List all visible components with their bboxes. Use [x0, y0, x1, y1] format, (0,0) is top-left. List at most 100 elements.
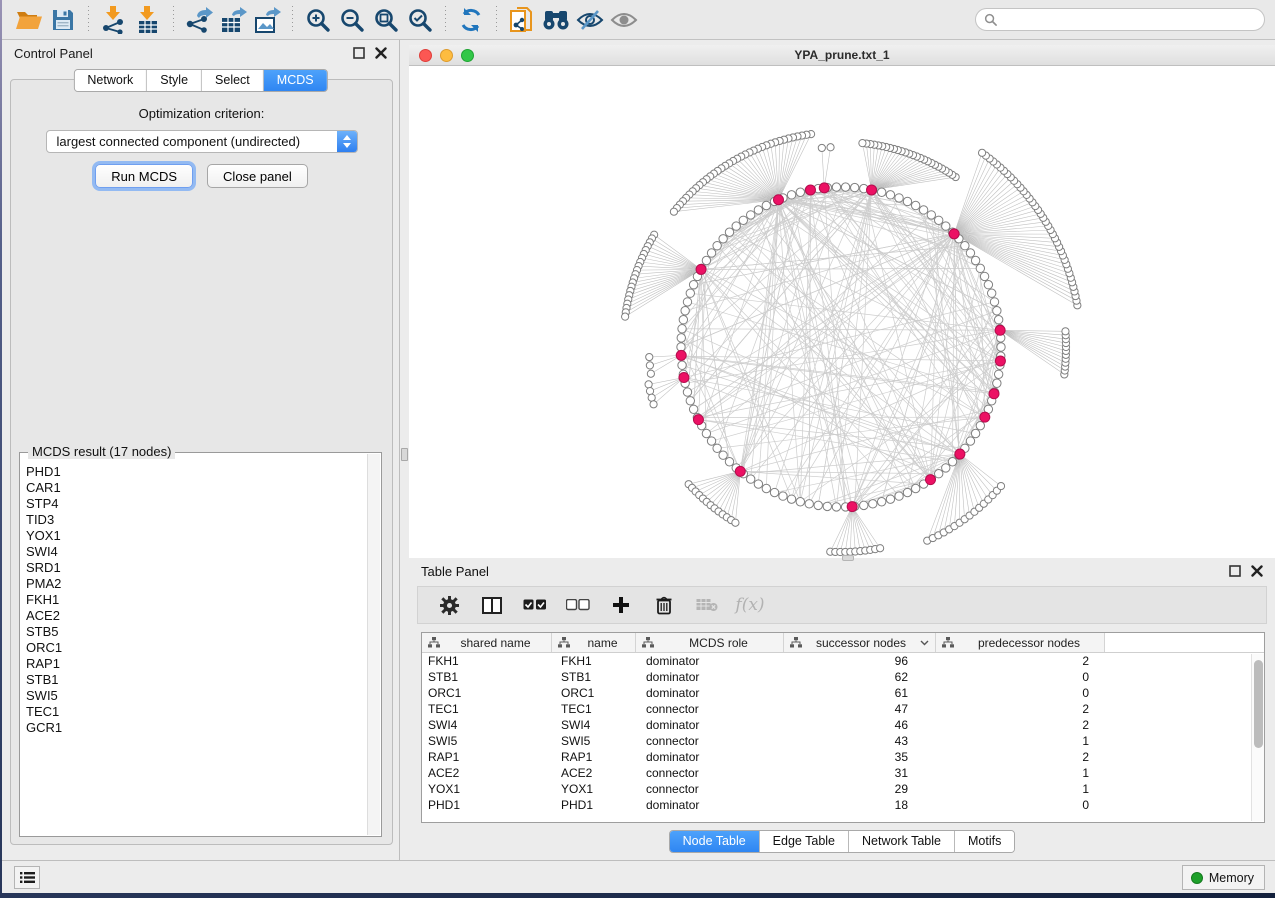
table-cell: 18	[784, 797, 936, 813]
run-mcds-button[interactable]: Run MCDS	[95, 164, 193, 188]
table-cell: TEC1	[552, 701, 636, 717]
close-panel-button[interactable]: Close panel	[207, 164, 308, 188]
table-row[interactable]: RAP1RAP1dominator352	[422, 749, 1264, 765]
mcds-result-item[interactable]: GCR1	[26, 720, 367, 736]
gear-icon	[440, 596, 459, 615]
deselect-all-rows-button[interactable]	[563, 590, 593, 620]
tab-select[interactable]: Select	[202, 70, 264, 91]
network-canvas[interactable]	[409, 66, 1275, 558]
mcds-result-item[interactable]: SWI4	[26, 544, 367, 560]
column-header-shared-name[interactable]: shared name	[422, 633, 552, 652]
create-column-button[interactable]	[606, 590, 636, 620]
column-header-MCDS-role[interactable]: MCDS role	[636, 633, 784, 652]
import-table-button[interactable]	[131, 4, 165, 36]
splitter-handle[interactable]	[401, 448, 408, 461]
open-file-button[interactable]	[12, 4, 46, 36]
close-window-icon[interactable]	[419, 49, 432, 62]
column-header-name[interactable]: name	[552, 633, 636, 652]
zoom-selected-button[interactable]	[403, 4, 437, 36]
table-row[interactable]: STB1STB1dominator620	[422, 669, 1264, 685]
export-table-button[interactable]	[216, 4, 250, 36]
show-graphics-details-button[interactable]	[607, 4, 641, 36]
tab-motifs[interactable]: Motifs	[955, 831, 1014, 852]
show-column-button[interactable]	[477, 590, 507, 620]
table-panel: Table Panel f(x) shared namenameMCDS rol…	[409, 558, 1275, 860]
float-panel-icon[interactable]	[353, 47, 365, 59]
tab-network-table[interactable]: Network Table	[849, 831, 955, 852]
hide-graphics-details-button[interactable]	[573, 4, 607, 36]
task-history-button[interactable]	[14, 866, 40, 889]
table-row[interactable]: FKH1FKH1dominator962	[422, 653, 1264, 669]
zoom-out-button[interactable]	[335, 4, 369, 36]
tab-edge-table[interactable]: Edge Table	[760, 831, 849, 852]
search-input[interactable]	[997, 13, 1256, 27]
table-row[interactable]: SWI5SWI5connector431	[422, 733, 1264, 749]
find-button[interactable]	[539, 4, 573, 36]
result-list-scrollbar[interactable]	[367, 454, 380, 835]
mcds-result-item[interactable]: ACE2	[26, 608, 367, 624]
select-all-rows-button[interactable]	[520, 590, 550, 620]
tab-network[interactable]: Network	[74, 70, 147, 91]
table-row[interactable]: ORC1ORC1dominator610	[422, 685, 1264, 701]
memory-button[interactable]: Memory	[1182, 865, 1265, 890]
minimize-window-icon[interactable]	[440, 49, 453, 62]
criterion-select[interactable]: largest connected component (undirected)	[46, 130, 358, 153]
delete-column-button[interactable]	[649, 590, 679, 620]
binoculars-icon	[541, 8, 571, 32]
export-network-button[interactable]	[182, 4, 216, 36]
apply-layout-button[interactable]	[454, 4, 488, 36]
float-table-panel-icon[interactable]	[1229, 565, 1241, 577]
mcds-result-item[interactable]: PHD1	[26, 464, 367, 480]
mcds-result-item[interactable]: STB1	[26, 672, 367, 688]
mcds-result-item[interactable]: CAR1	[26, 480, 367, 496]
panel-splitter[interactable]	[400, 40, 409, 860]
tab-node-table[interactable]: Node Table	[670, 831, 760, 852]
node-table: shared namenameMCDS rolesuccessor nodesp…	[421, 632, 1265, 823]
maximize-window-icon[interactable]	[461, 49, 474, 62]
import-network-button[interactable]	[97, 4, 131, 36]
mcds-result-item[interactable]: SWI5	[26, 688, 367, 704]
new-network-from-selection-button[interactable]	[505, 4, 539, 36]
search-field[interactable]	[975, 8, 1265, 31]
mcds-result-item[interactable]: PMA2	[26, 576, 367, 592]
table-row[interactable]: YOX1YOX1connector291	[422, 781, 1264, 797]
tab-mcds[interactable]: MCDS	[264, 70, 327, 91]
table-toolbar: f(x)	[417, 586, 1267, 624]
save-session-button[interactable]	[46, 4, 80, 36]
mcds-result-item[interactable]: TEC1	[26, 704, 367, 720]
mcds-result-item[interactable]: STB5	[26, 624, 367, 640]
column-header-predecessor-nodes[interactable]: predecessor nodes	[936, 633, 1105, 652]
table-cell: dominator	[636, 685, 784, 701]
zoom-fit-button[interactable]	[369, 4, 403, 36]
mcds-result-group: MCDS result (17 nodes) PHD1CAR1STP4TID3Y…	[19, 452, 382, 837]
table-row[interactable]: SWI4SWI4dominator462	[422, 717, 1264, 733]
zoom-in-button[interactable]	[301, 4, 335, 36]
close-table-panel-icon[interactable]	[1251, 565, 1263, 577]
optimization-criterion-label: Optimization criterion:	[11, 106, 392, 121]
table-cell: STB1	[552, 669, 636, 685]
mcds-result-item[interactable]: STP4	[26, 496, 367, 512]
network-graph[interactable]	[409, 66, 1275, 558]
close-panel-icon[interactable]	[375, 47, 387, 59]
table-cell: 61	[784, 685, 936, 701]
mcds-result-item[interactable]: SRD1	[26, 560, 367, 576]
mcds-result-item[interactable]: TID3	[26, 512, 367, 528]
table-cell: dominator	[636, 653, 784, 669]
tab-style[interactable]: Style	[147, 70, 202, 91]
table-settings-button[interactable]	[434, 590, 464, 620]
export-image-button[interactable]	[250, 4, 284, 36]
table-cell: 2	[936, 653, 1105, 669]
table-cell: YOX1	[552, 781, 636, 797]
mcds-result-item[interactable]: RAP1	[26, 656, 367, 672]
table-cell: 2	[936, 717, 1105, 733]
table-row[interactable]: PHD1PHD1dominator180	[422, 797, 1264, 813]
zoom-fit-icon	[373, 7, 399, 33]
table-row[interactable]: TEC1TEC1connector472	[422, 701, 1264, 717]
column-header-successor-nodes[interactable]: successor nodes	[784, 633, 936, 652]
table-row[interactable]: ACE2ACE2connector311	[422, 765, 1264, 781]
table-scrollbar-thumb[interactable]	[1254, 660, 1263, 748]
mcds-result-item[interactable]: FKH1	[26, 592, 367, 608]
table-scrollbar[interactable]	[1251, 654, 1264, 821]
mcds-result-item[interactable]: ORC1	[26, 640, 367, 656]
mcds-result-item[interactable]: YOX1	[26, 528, 367, 544]
